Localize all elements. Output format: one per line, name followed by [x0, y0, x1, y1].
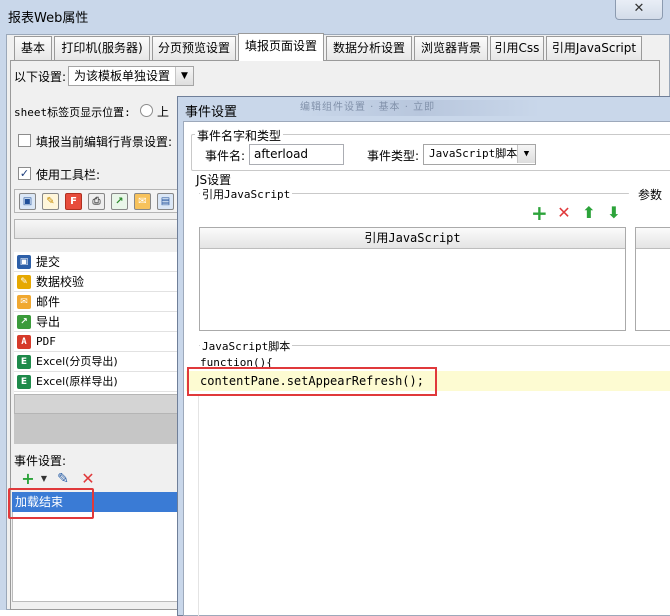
pdf-icon: A	[17, 335, 31, 349]
edit-icon[interactable]: ✎	[55, 471, 71, 487]
script-group-title: JavaScript脚本	[200, 338, 293, 354]
following-settings-select[interactable]: 为该模板单独设置 ▼	[68, 66, 194, 86]
add-icon[interactable]: +	[531, 203, 548, 223]
arrow-down-icon[interactable]: ⬇	[606, 205, 622, 221]
save-icon: ▣	[17, 255, 31, 269]
pencil-check-icon: ✎	[17, 275, 31, 289]
event-type-value: JavaScript脚本	[429, 147, 518, 160]
ref-js-table-header: 引用JavaScript	[200, 228, 625, 249]
chevron-down-icon: ▼	[517, 145, 535, 163]
event-type-label: 事件类型:	[367, 149, 420, 163]
highlight-box	[8, 488, 94, 519]
event-name-label: 事件名:	[205, 149, 246, 163]
dialog-title-blurred: 编辑组件设置 · 基本 · 立即	[300, 100, 540, 116]
ref-js-group-title: 引用JavaScript	[200, 186, 293, 202]
list-item[interactable]: ▣ 提交	[14, 252, 184, 272]
use-toolbar-label: 使用工具栏:	[36, 168, 101, 182]
list-item[interactable]: E Excel(原样导出)	[14, 372, 184, 392]
delete-icon[interactable]: ✕	[556, 205, 572, 221]
sheet-tab-top-label: 上	[157, 105, 170, 119]
list-footer-area	[14, 414, 184, 444]
list-item-label: 数据校验	[36, 275, 85, 289]
tab-page-preview[interactable]: 分页预览设置	[152, 36, 236, 60]
delete-icon[interactable]: ✕	[80, 471, 96, 487]
param-group-title: 参数	[636, 186, 665, 203]
export-icon: ↗	[17, 315, 31, 329]
tab-data-analysis[interactable]: 数据分析设置	[326, 36, 412, 60]
tab-fill-page[interactable]: 填报页面设置	[238, 33, 324, 61]
list-item-label: Excel(原样导出)	[36, 375, 118, 388]
list-item[interactable]: ✉ 邮件	[14, 292, 184, 312]
list-item[interactable]: ↗ 导出	[14, 312, 184, 332]
list-item[interactable]: A PDF	[14, 332, 184, 352]
list-item-label: 提交	[36, 255, 61, 269]
pencil-icon[interactable]: ✎	[42, 193, 59, 210]
use-toolbar-checkbox[interactable]: ✓	[18, 167, 31, 180]
excel-icon: E	[17, 375, 31, 389]
toolbar-preview: ▣ ✎ F ⎙ ↗ ✉ ▤	[14, 189, 184, 213]
tab-ref-css[interactable]: 引用Css	[490, 36, 544, 60]
bg-setting-checkbox[interactable]	[18, 134, 31, 147]
tab-ref-js[interactable]: 引用JavaScript	[546, 36, 642, 60]
add-icon[interactable]: +	[20, 471, 36, 487]
chevron-down-icon: ▼	[175, 67, 193, 85]
name-type-group-title: 事件名字和类型	[195, 127, 284, 144]
tab-basic[interactable]: 基本	[14, 36, 52, 60]
bg-setting-label: 填报当前编辑行背景设置:	[36, 135, 173, 149]
list-item-label: 导出	[36, 315, 61, 329]
sheet-tab-position-label: sheet标签页显示位置:	[14, 106, 131, 119]
print-icon[interactable]: ⎙	[88, 193, 105, 210]
close-button[interactable]: ✕	[615, 0, 663, 20]
tab-browser-bg[interactable]: 浏览器背景	[414, 36, 488, 60]
following-settings-label: 以下设置:	[14, 70, 67, 84]
excel-icon: E	[17, 355, 31, 369]
editor-gutter	[186, 396, 199, 616]
list-item-label: PDF	[36, 335, 56, 348]
mail-icon: ✉	[17, 295, 31, 309]
highlight-box	[187, 367, 437, 396]
save-icon[interactable]: ▣	[19, 193, 36, 210]
list-item-label: Excel(分页导出)	[36, 355, 118, 368]
dialog-title: 事件设置	[185, 105, 238, 120]
tab-printer[interactable]: 打印机(服务器)	[54, 36, 150, 60]
toolbar-items-list: ▣ 提交 ✎ 数据校验 ✉ 邮件 ↗ 导出 A PDF E Excel(分页导出) E Exc…	[14, 252, 184, 394]
chevron-down-icon[interactable]: ▼	[36, 471, 52, 487]
pdf-icon[interactable]: F	[65, 193, 82, 210]
toolbar-list-header	[14, 219, 184, 239]
event-type-select[interactable]: JavaScript脚本 ▼	[423, 144, 536, 165]
following-settings-value: 为该模板单独设置	[74, 69, 171, 83]
window-title: 报表Web属性	[8, 11, 89, 26]
arrow-up-icon[interactable]: ⬆	[581, 205, 597, 221]
param-table-header	[636, 228, 670, 249]
list-item[interactable]: E Excel(分页导出)	[14, 352, 184, 372]
event-name-input[interactable]: afterload	[249, 144, 344, 165]
list-item[interactable]: ✎ 数据校验	[14, 272, 184, 292]
export-icon[interactable]: ↗	[111, 193, 128, 210]
list-footer	[14, 394, 184, 414]
list-item-label: 邮件	[36, 295, 61, 309]
submit-icon[interactable]: ▤	[157, 193, 174, 210]
mail-icon[interactable]: ✉	[134, 193, 151, 210]
events-label: 事件设置:	[14, 454, 67, 468]
sheet-tab-top-radio[interactable]	[140, 104, 153, 117]
